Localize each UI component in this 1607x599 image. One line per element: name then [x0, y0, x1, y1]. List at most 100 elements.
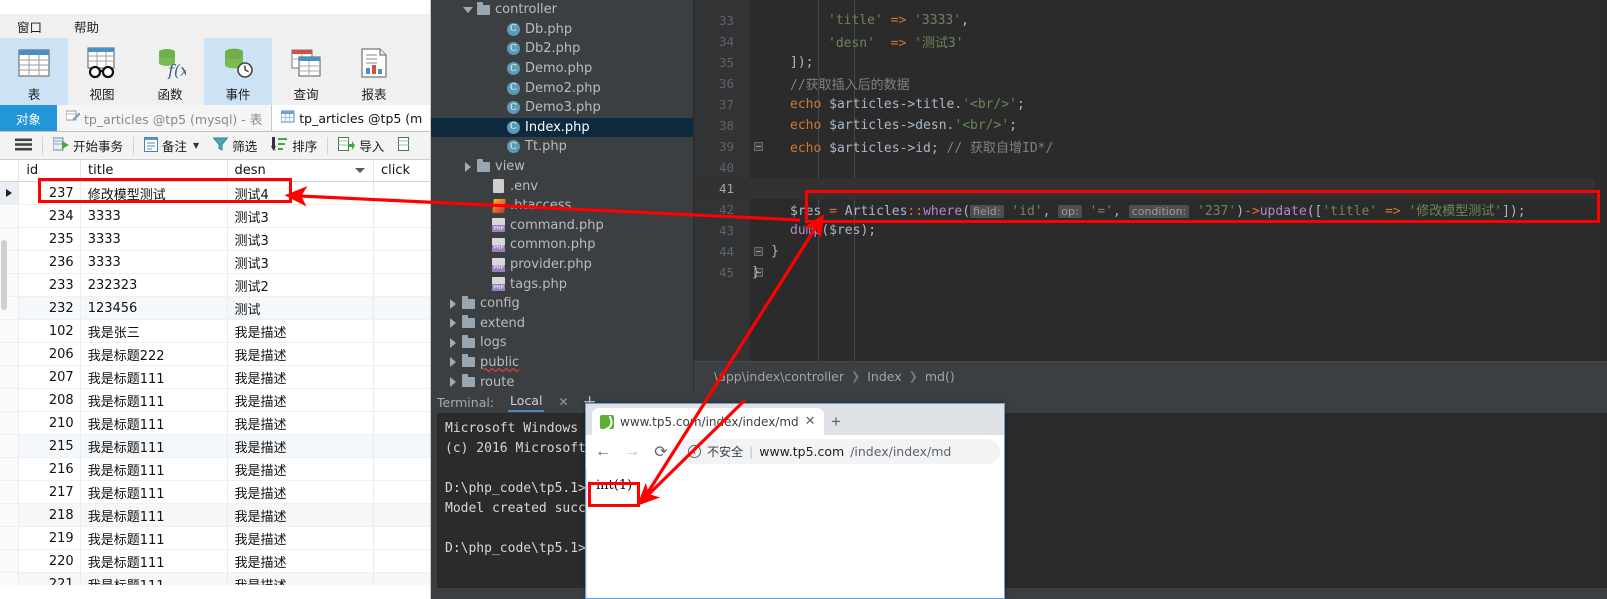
tree-item-tagsphp[interactable]: PHP tags.php [431, 274, 693, 294]
table-row[interactable]: 233 232323 测试2 [0, 274, 430, 297]
cell-click[interactable] [374, 504, 430, 526]
tree-item-db2php[interactable]: C Db2.php [431, 39, 693, 59]
tree-item-config[interactable]: config [431, 294, 693, 314]
cell-title[interactable]: 我是标题111 [81, 389, 228, 411]
cell-click[interactable] [374, 297, 430, 319]
chevron-right-icon[interactable] [450, 298, 456, 309]
tree-toggle[interactable] [446, 377, 460, 388]
tree-item-view[interactable]: view [431, 157, 693, 177]
cell-click[interactable] [374, 389, 430, 411]
cell-click[interactable] [374, 412, 430, 434]
chevron-right-icon[interactable] [450, 377, 456, 388]
tree-item-indexphp[interactable]: C Index.php [431, 117, 693, 138]
cell-desn[interactable]: 我是描述 [228, 550, 375, 572]
cell-click[interactable] [374, 527, 430, 549]
forward-button[interactable]: → [621, 441, 643, 463]
menu-window[interactable]: 窗口 [14, 16, 45, 37]
cell-id[interactable]: 210 [19, 412, 81, 434]
cell-title[interactable]: 我是标题111 [81, 458, 228, 480]
cell-title[interactable]: 我是标题111 [81, 481, 228, 503]
toolbar-button-function[interactable]: f(x) 函数 [136, 38, 204, 105]
cell-click[interactable] [374, 573, 430, 585]
tree-item-htaccess[interactable]: .htaccess [431, 196, 693, 216]
code-editor[interactable]: 33'title' => '3333', 34'desn' => '测试3' 35]… [694, 0, 1607, 361]
cell-id[interactable]: 216 [19, 458, 81, 480]
table-row[interactable]: 219 我是标题111 我是描述 [0, 527, 430, 550]
table-row[interactable]: 215 我是标题111 我是描述 [0, 435, 430, 458]
cell-desn[interactable]: 我是描述 [228, 366, 375, 388]
cell-click[interactable] [374, 251, 430, 273]
cell-id[interactable]: 217 [19, 481, 81, 503]
export-button[interactable] [391, 135, 419, 157]
tree-item-dbphp[interactable]: C Db.php [431, 20, 693, 40]
code-line-45[interactable]: 45} [694, 262, 1607, 283]
table-row[interactable]: 218 我是标题111 我是描述 [0, 504, 430, 527]
cell-desn[interactable]: 我是描述 [228, 320, 375, 342]
grid-header-id[interactable]: id [19, 160, 82, 181]
tree-item-ttphp[interactable]: C Tt.php [431, 137, 693, 157]
cell-title[interactable]: 修改模型测试 [81, 182, 228, 204]
cell-desn[interactable]: 测试4 [228, 182, 375, 204]
cell-id[interactable]: 221 [19, 573, 81, 585]
breadcrumb-method[interactable]: md() [925, 369, 955, 384]
cell-id[interactable]: 237 [19, 182, 81, 204]
editor-scrollbar[interactable] [1595, 0, 1607, 361]
cell-title[interactable]: 我是标题222 [81, 343, 228, 365]
code-line-34[interactable]: 34 'desn' => '测试3' [694, 31, 1607, 52]
toolbar-button-table[interactable]: 表 [0, 38, 68, 105]
cell-desn[interactable]: 我是描述 [228, 343, 375, 365]
tree-item-commandphp[interactable]: PHP command.php [431, 216, 693, 236]
tree-item-demo2php[interactable]: C Demo2.php [431, 78, 693, 98]
code-line-37[interactable]: 37 echo $articles->title.'<br/>'; [694, 94, 1607, 115]
browser-tab[interactable]: www.tp5.com/index/index/md ✕ [592, 408, 824, 435]
cell-click[interactable] [374, 182, 430, 204]
code-line-41[interactable]: 41 [694, 178, 1607, 199]
cell-id[interactable]: 206 [19, 343, 81, 365]
tree-toggle[interactable] [461, 6, 475, 13]
grid-header-title[interactable]: title [81, 160, 228, 181]
cell-desn[interactable]: 测试3 [228, 251, 375, 273]
address-bar[interactable]: i 不安全 | www.tp5.com/index/index/md [679, 439, 1000, 464]
cell-id[interactable]: 208 [19, 389, 81, 411]
close-tab-icon[interactable]: ✕ [805, 414, 816, 429]
cell-title[interactable]: 123456 [81, 297, 228, 319]
table-row[interactable]: 102 我是张三 我是描述 [0, 320, 430, 343]
cell-id[interactable]: 207 [19, 366, 81, 388]
cell-title[interactable]: 我是标题111 [81, 412, 228, 434]
tree-toggle[interactable] [446, 357, 460, 368]
cell-id[interactable]: 234 [19, 205, 81, 227]
toolbar-button-report[interactable]: 报表 [340, 38, 408, 105]
tab-table-data[interactable]: tp_articles @tp5 (m [272, 105, 430, 131]
cell-click[interactable] [374, 458, 430, 480]
cell-desn[interactable]: 我是描述 [228, 458, 375, 480]
tree-toggle[interactable] [446, 318, 460, 329]
code-line-44[interactable]: 44} [694, 241, 1607, 262]
chevron-down-icon[interactable] [463, 6, 473, 13]
menu-help[interactable]: 帮助 [71, 16, 102, 37]
tree-item-demophp[interactable]: C Demo.php [431, 59, 693, 79]
reload-button[interactable]: ⟳ [650, 441, 672, 463]
tree-item-public[interactable]: public [431, 353, 693, 373]
cell-id[interactable]: 218 [19, 504, 81, 526]
cell-click[interactable] [374, 366, 430, 388]
cell-desn[interactable]: 测试3 [228, 228, 375, 250]
cell-id[interactable]: 215 [19, 435, 81, 457]
filter-button[interactable]: 筛选 [206, 135, 264, 157]
cell-title[interactable]: 3333 [81, 251, 228, 273]
table-row[interactable]: 210 我是标题111 我是描述 [0, 412, 430, 435]
cell-desn[interactable]: 我是描述 [228, 573, 375, 585]
cell-title[interactable]: 3333 [81, 228, 228, 250]
table-row[interactable]: 234 3333 测试3 [0, 205, 430, 228]
info-circle-icon[interactable]: i [688, 445, 701, 458]
back-button[interactable]: ← [592, 441, 614, 463]
code-line-39[interactable]: 39 echo $articles->id; // 获取自增ID*/ [694, 136, 1607, 157]
cell-id[interactable]: 235 [19, 228, 81, 250]
cell-title[interactable]: 我是标题111 [81, 527, 228, 549]
code-line-42[interactable]: 42 $res = Articles::where(field: 'id', op… [694, 199, 1607, 220]
cell-desn[interactable]: 测试2 [228, 274, 375, 296]
chevron-down-icon[interactable]: ▼ [193, 141, 199, 150]
cell-click[interactable] [374, 343, 430, 365]
table-row[interactable]: 208 我是标题111 我是描述 [0, 389, 430, 412]
cell-desn[interactable]: 测试 [228, 297, 375, 319]
cell-id[interactable]: 236 [19, 251, 81, 273]
